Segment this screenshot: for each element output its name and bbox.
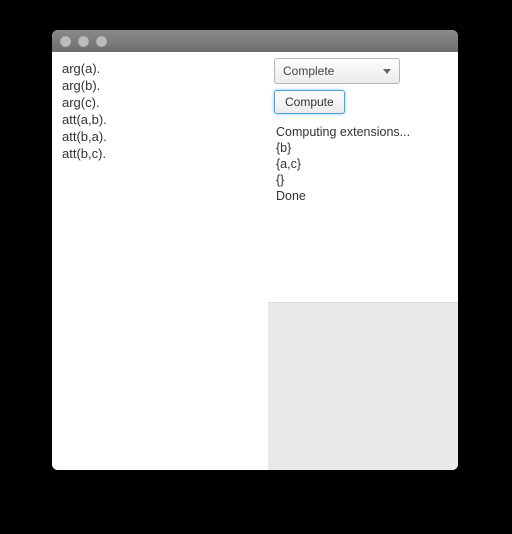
code-line: arg(b). xyxy=(62,77,257,94)
maximize-icon[interactable] xyxy=(96,36,107,47)
output-line: {} xyxy=(276,172,450,188)
code-line: arg(c). xyxy=(62,94,257,111)
compute-button-label: Compute xyxy=(285,95,334,109)
chevron-down-icon xyxy=(383,69,391,74)
compute-button[interactable]: Compute xyxy=(274,90,345,114)
code-line: att(a,b). xyxy=(62,111,257,128)
output-line: {a,c} xyxy=(276,156,450,172)
titlebar xyxy=(52,30,458,52)
code-line: att(b,c). xyxy=(62,145,257,162)
code-line: att(b,a). xyxy=(62,128,257,145)
output-line: {b} xyxy=(276,140,450,156)
semantics-selected: Complete xyxy=(283,64,334,78)
output-panel: Computing extensions... {b} {a,c} {} Don… xyxy=(268,118,458,302)
code-editor[interactable]: arg(a). arg(b). arg(c). att(a,b). att(b,… xyxy=(52,52,268,470)
output-line: Done xyxy=(276,188,450,204)
close-icon[interactable] xyxy=(60,36,71,47)
code-line: arg(a). xyxy=(62,60,257,77)
minimize-icon[interactable] xyxy=(78,36,89,47)
app-window: arg(a). arg(b). arg(c). att(a,b). att(b,… xyxy=(52,30,458,470)
semantics-dropdown[interactable]: Complete xyxy=(274,58,400,84)
right-pane: Complete Compute Computing extensions...… xyxy=(268,52,458,470)
controls: Complete Compute xyxy=(268,52,458,118)
lower-panel xyxy=(268,302,458,470)
content-area: arg(a). arg(b). arg(c). att(a,b). att(b,… xyxy=(52,52,458,470)
output-line: Computing extensions... xyxy=(276,124,450,140)
